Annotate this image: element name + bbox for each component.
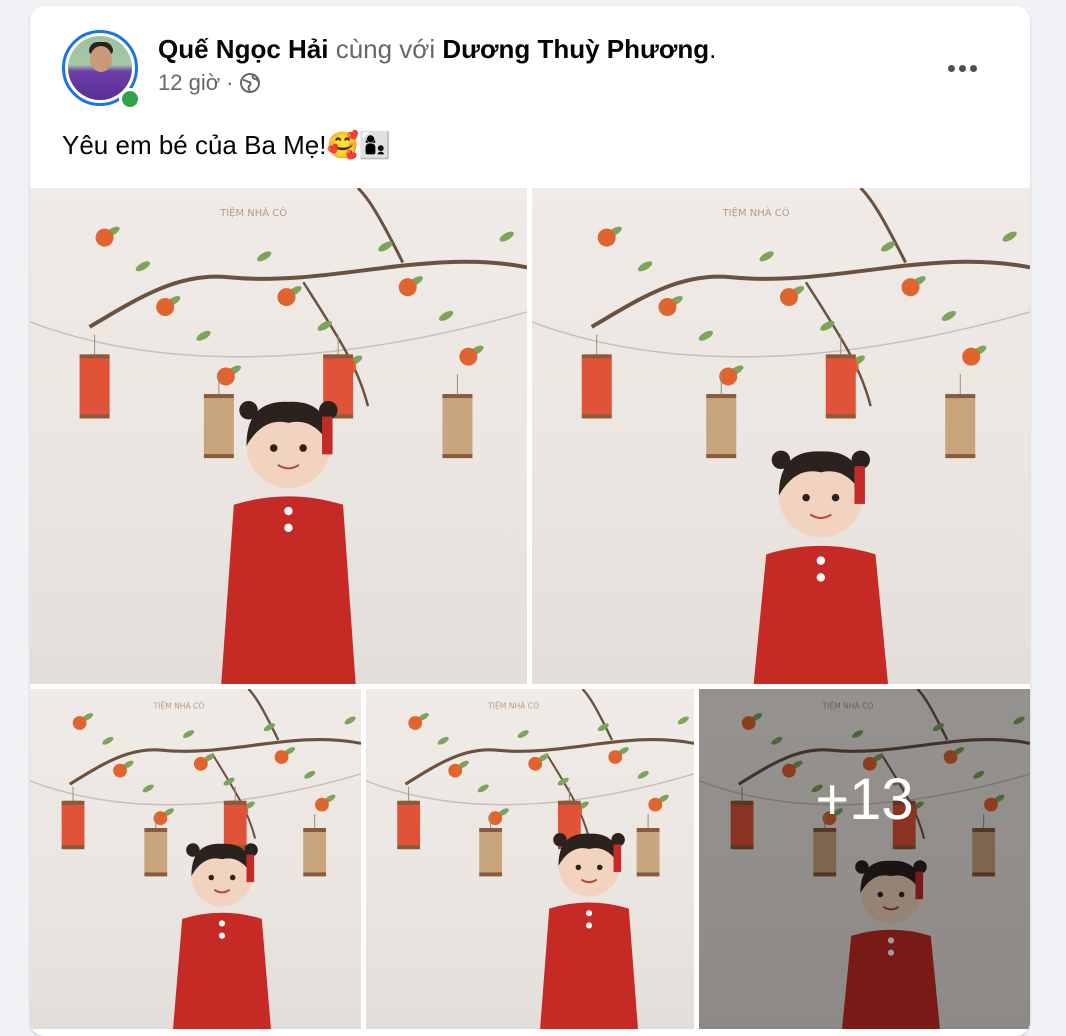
photo-scene: TIỆM NHÀ CÒ [30, 689, 361, 1029]
author-name-link[interactable]: Quế Ngọc Hải [158, 34, 328, 64]
post-photo[interactable]: TIỆM NHÀ CÒ +13 [699, 689, 1030, 1029]
meta-separator: · [226, 70, 234, 95]
post-header: Quế Ngọc Hải cùng với Dương Thuỳ Phương.… [30, 6, 1030, 121]
post-photo[interactable]: TIỆM NHÀ CÒ [532, 188, 1030, 684]
online-status-indicator [119, 88, 141, 110]
title-period: . [709, 34, 717, 64]
more-options-icon[interactable] [938, 50, 986, 86]
caption-text: Yêu em bé của Ba Mẹ! [62, 130, 327, 160]
more-photos-count: +13 [815, 766, 914, 832]
post-photo[interactable]: TIỆM NHÀ CÒ [366, 689, 694, 1029]
post-photo[interactable]: TIỆM NHÀ CÒ [30, 188, 527, 684]
globe-icon[interactable] [239, 72, 261, 94]
post-meta: 12 giờ · [158, 70, 261, 96]
photo-scene: TIỆM NHÀ CÒ [532, 188, 1030, 684]
post-photo[interactable]: TIỆM NHÀ CÒ [30, 689, 361, 1029]
tagged-user-link[interactable]: Dương Thuỳ Phương [442, 34, 709, 64]
photo-scene: TIỆM NHÀ CÒ [30, 188, 527, 684]
post-title-line: Quế Ngọc Hải cùng với Dương Thuỳ Phương. [158, 34, 716, 65]
svg-text:TIỆM NHÀ CÒ: TIỆM NHÀ CÒ [487, 702, 539, 711]
photo-scene: TIỆM NHÀ CÒ [366, 689, 694, 1029]
more-photos-overlay[interactable]: +13 [699, 689, 1030, 1029]
svg-text:TIỆM NHÀ CÒ: TIỆM NHÀ CÒ [219, 206, 287, 219]
svg-text:TIỆM NHÀ CÒ: TIỆM NHÀ CÒ [152, 702, 204, 711]
svg-text:TIỆM NHÀ CÒ: TIỆM NHÀ CÒ [722, 206, 790, 219]
post-card: Quế Ngọc Hải cùng với Dương Thuỳ Phương.… [30, 6, 1030, 1036]
with-text: cùng với [328, 34, 443, 64]
post-caption: Yêu em bé của Ba Mẹ!🥰👩‍👦 [62, 130, 391, 161]
post-timestamp[interactable]: 12 giờ [158, 70, 220, 96]
caption-emoji: 🥰👩‍👦 [326, 130, 392, 160]
